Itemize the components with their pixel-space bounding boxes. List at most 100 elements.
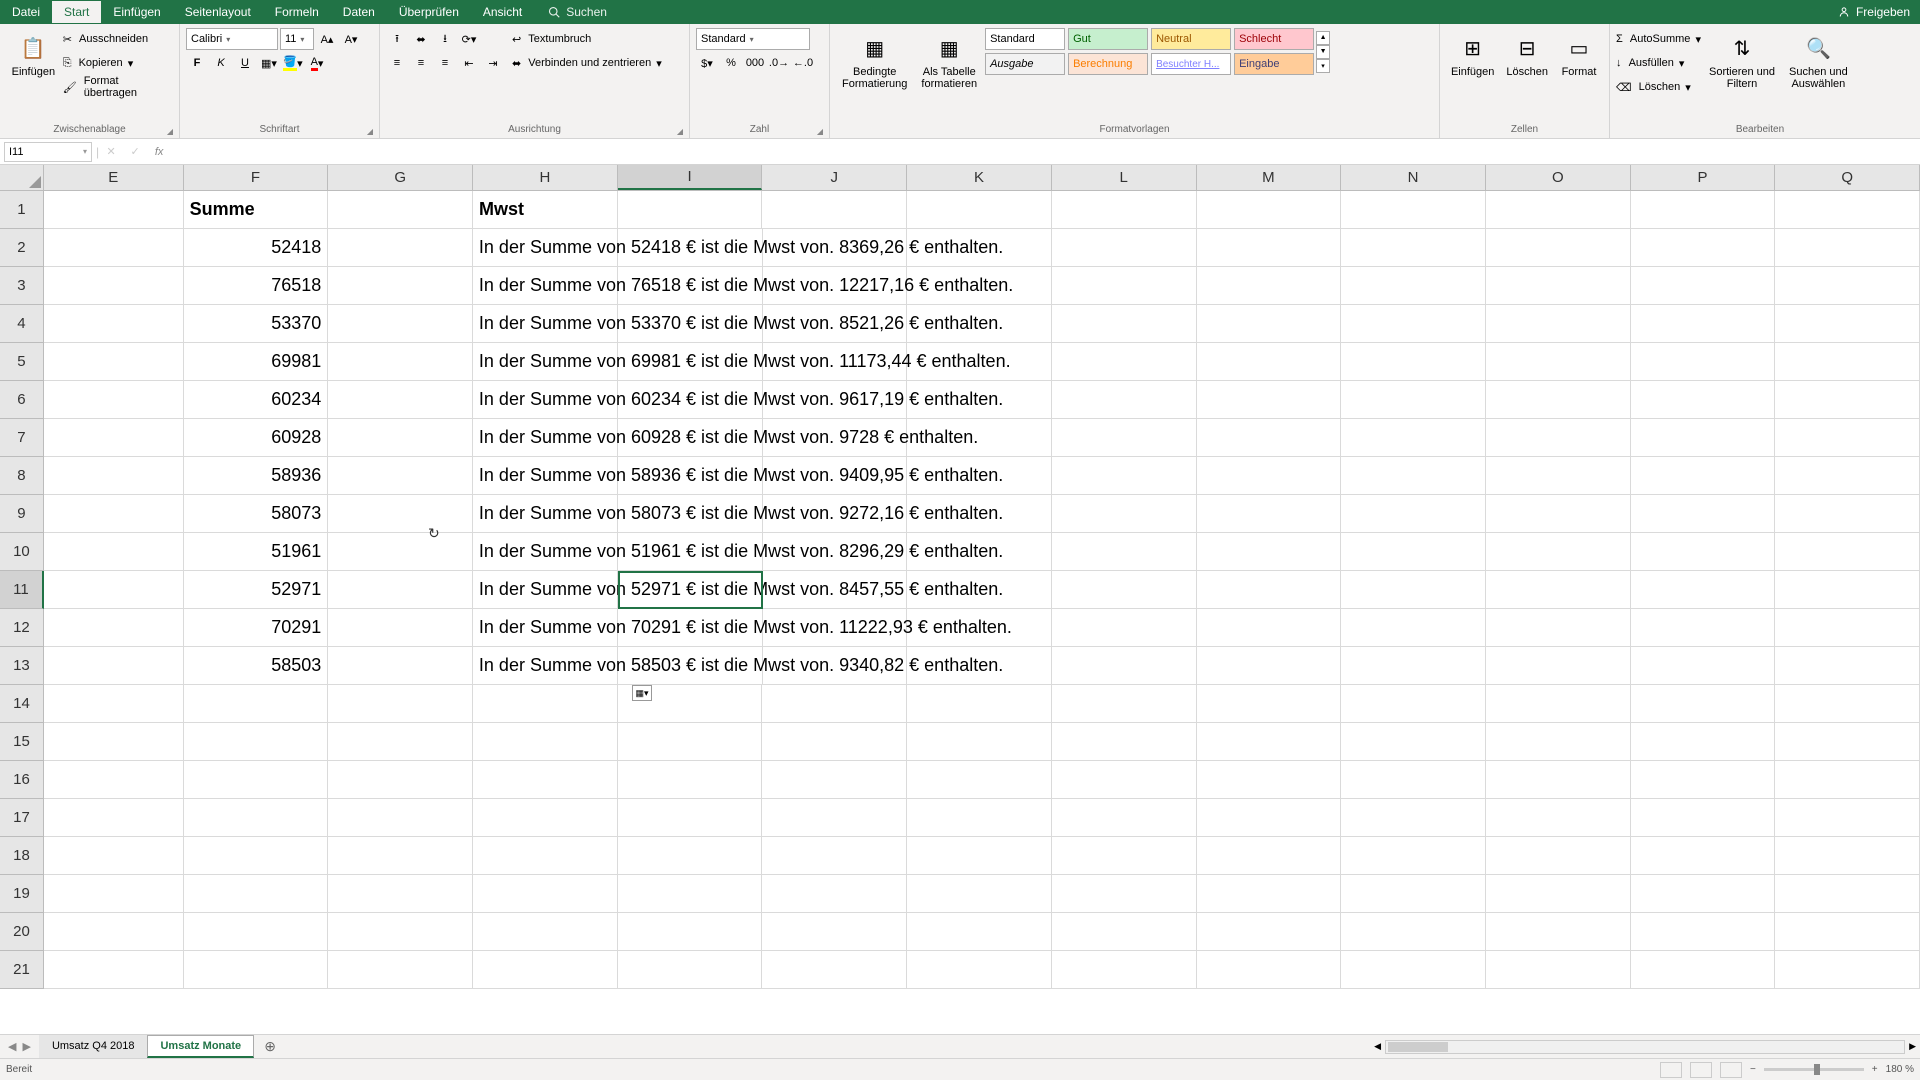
cell-I17[interactable] [618, 799, 763, 837]
bold-button[interactable]: F [186, 52, 208, 74]
cell-G19[interactable] [328, 875, 473, 913]
column-header-Q[interactable]: Q [1775, 165, 1920, 190]
cell-F17[interactable] [184, 799, 329, 837]
row-header[interactable]: 17 [0, 799, 44, 837]
cell-G5[interactable] [328, 343, 473, 381]
cell-Q14[interactable] [1775, 685, 1920, 723]
zoom-in-button[interactable]: + [1872, 1064, 1878, 1075]
cell-F20[interactable] [184, 913, 329, 951]
fill-color-button[interactable]: 🪣▾ [282, 52, 304, 74]
row-header[interactable]: 20 [0, 913, 44, 951]
cell-style-besuchterh[interactable]: Besuchter H... [1151, 53, 1231, 75]
cell-G1[interactable] [328, 191, 473, 229]
align-left-button[interactable]: ≡ [386, 52, 408, 74]
autofill-options-icon[interactable]: ▦▾ [632, 685, 652, 701]
wrap-text-button[interactable]: ↩ Textumbruch [512, 28, 662, 50]
border-button[interactable]: ▦▾ [258, 52, 280, 74]
ribbon-tab-einfügen[interactable]: Einfügen [101, 1, 172, 23]
row-header[interactable]: 16 [0, 761, 44, 799]
align-bottom-button[interactable]: ⭳ [434, 28, 456, 50]
row-header[interactable]: 2 [0, 229, 44, 267]
cell-K17[interactable] [907, 799, 1052, 837]
cell-P21[interactable] [1631, 951, 1776, 989]
cell-F13[interactable]: 58503 [184, 647, 329, 685]
cell-P16[interactable] [1631, 761, 1776, 799]
row-header[interactable]: 12 [0, 609, 44, 647]
row-header[interactable]: 6 [0, 381, 44, 419]
cell-N10[interactable] [1341, 533, 1486, 571]
underline-button[interactable]: U [234, 52, 256, 74]
cell-I1[interactable] [618, 191, 763, 229]
cell-L10[interactable] [1052, 533, 1197, 571]
cell-E7[interactable] [44, 419, 184, 457]
launcher-icon[interactable]: ◢ [367, 127, 373, 136]
cell-L15[interactable] [1052, 723, 1197, 761]
indent-decrease-button[interactable]: ⇤ [458, 52, 480, 74]
cell-Q12[interactable] [1775, 609, 1920, 647]
indent-increase-button[interactable]: ⇥ [482, 52, 504, 74]
cell-G17[interactable] [328, 799, 473, 837]
cell-K1[interactable] [907, 191, 1052, 229]
cell-F9[interactable]: 58073 [184, 495, 329, 533]
align-middle-button[interactable]: ⬌ [410, 28, 432, 50]
cell-O10[interactable] [1486, 533, 1631, 571]
cell-O2[interactable] [1486, 229, 1631, 267]
cell-N2[interactable] [1341, 229, 1486, 267]
cell-O12[interactable] [1486, 609, 1631, 647]
cell-I20[interactable] [618, 913, 763, 951]
spreadsheet-grid[interactable]: EFGHIJKLMNOPQ 1SummeMwst252418In der Sum… [0, 165, 1920, 1034]
cell-I18[interactable] [618, 837, 763, 875]
thousands-button[interactable]: 000 [744, 52, 766, 74]
cell-N9[interactable] [1341, 495, 1486, 533]
cell-M8[interactable] [1197, 457, 1342, 495]
cell-H19[interactable] [473, 875, 618, 913]
row-header[interactable]: 15 [0, 723, 44, 761]
cell-E13[interactable] [44, 647, 184, 685]
cell-M7[interactable] [1197, 419, 1342, 457]
zoom-out-button[interactable]: − [1750, 1064, 1756, 1075]
cell-L21[interactable] [1052, 951, 1197, 989]
cell-H20[interactable] [473, 913, 618, 951]
cell-H21[interactable] [473, 951, 618, 989]
cell-Q13[interactable] [1775, 647, 1920, 685]
cell-L4[interactable] [1052, 305, 1197, 343]
cell-O1[interactable] [1486, 191, 1631, 229]
cell-M6[interactable] [1197, 381, 1342, 419]
cell-I21[interactable] [618, 951, 763, 989]
row-header[interactable]: 10 [0, 533, 44, 571]
cell-E20[interactable] [44, 913, 184, 951]
cell-K18[interactable] [907, 837, 1052, 875]
cell-L8[interactable] [1052, 457, 1197, 495]
cell-style-gut[interactable]: Gut [1068, 28, 1148, 50]
cell-E1[interactable] [44, 191, 184, 229]
percent-button[interactable]: % [720, 52, 742, 74]
cell-H12[interactable]: In der Summe von 70291 € ist die Mwst vo… [473, 609, 618, 647]
cell-Q8[interactable] [1775, 457, 1920, 495]
cell-L3[interactable] [1052, 267, 1197, 305]
cell-G7[interactable] [328, 419, 473, 457]
cell-N18[interactable] [1341, 837, 1486, 875]
sort-filter-button[interactable]: ⇅Sortieren und Filtern [1703, 28, 1781, 94]
row-header[interactable]: 7 [0, 419, 44, 457]
cell-H11[interactable]: In der Summe von 52971 € ist die Mwst vo… [473, 571, 618, 609]
cell-I15[interactable] [618, 723, 763, 761]
cell-F11[interactable]: 52971 [184, 571, 329, 609]
cell-P17[interactable] [1631, 799, 1776, 837]
select-all-corner[interactable] [0, 165, 44, 190]
cell-J17[interactable] [762, 799, 907, 837]
align-top-button[interactable]: ⭱ [386, 28, 408, 50]
cell-F18[interactable] [184, 837, 329, 875]
column-header-E[interactable]: E [44, 165, 184, 190]
confirm-formula-button[interactable]: ✓ [123, 145, 147, 158]
cell-O18[interactable] [1486, 837, 1631, 875]
cell-M21[interactable] [1197, 951, 1342, 989]
cell-style-berechnung[interactable]: Berechnung [1068, 53, 1148, 75]
cell-N20[interactable] [1341, 913, 1486, 951]
style-scroll-down[interactable]: ▼ [1316, 45, 1330, 59]
font-color-button[interactable]: A▾ [306, 52, 328, 74]
cell-M9[interactable] [1197, 495, 1342, 533]
italic-button[interactable]: K [210, 52, 232, 74]
cell-H8[interactable]: In der Summe von 58936 € ist die Mwst vo… [473, 457, 618, 495]
cell-L14[interactable] [1052, 685, 1197, 723]
cell-G8[interactable] [328, 457, 473, 495]
